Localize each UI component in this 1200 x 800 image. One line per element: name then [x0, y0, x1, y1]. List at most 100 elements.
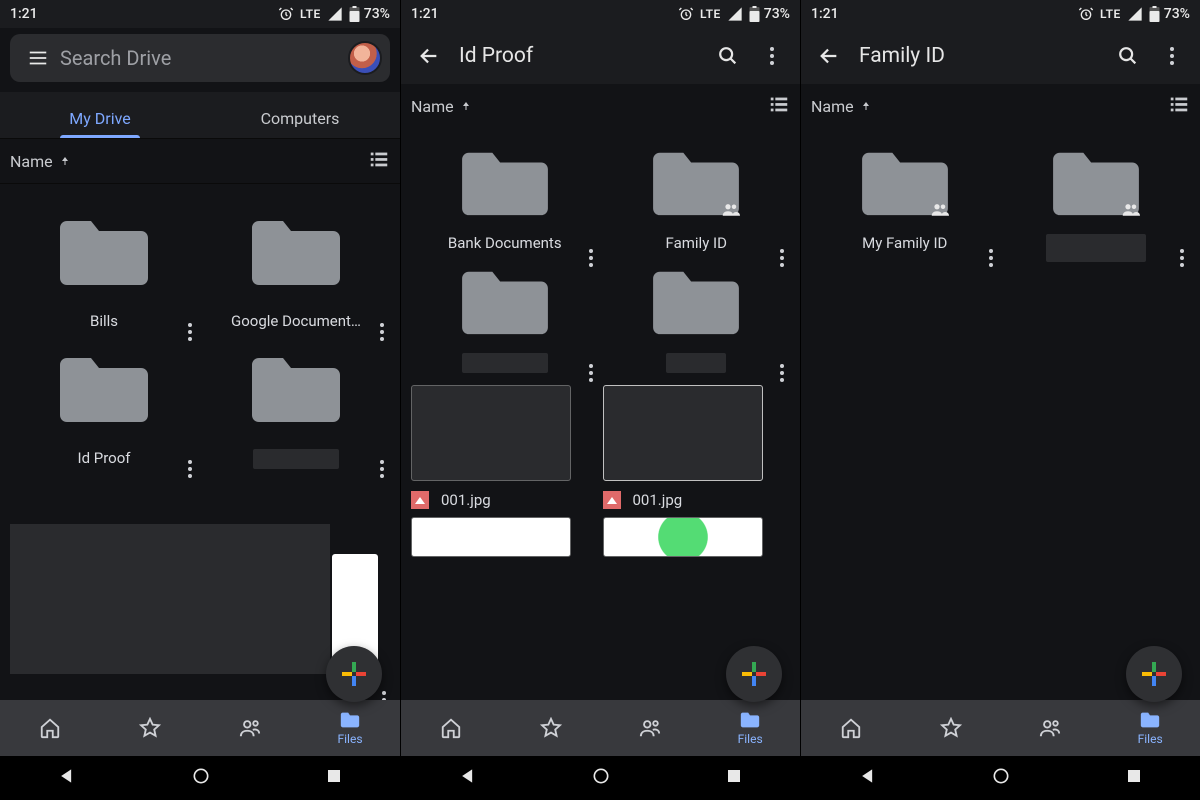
file-item[interactable]: [603, 517, 791, 557]
sort-arrow-up-icon: [59, 152, 71, 171]
status-bar: 1:21 LTE 73%: [801, 0, 1200, 28]
folder-icon: [455, 261, 555, 343]
search-icon[interactable]: [1106, 34, 1150, 78]
view-list-icon[interactable]: [768, 93, 790, 119]
nav-home[interactable]: [801, 700, 901, 756]
search-input[interactable]: Search Drive: [56, 46, 348, 70]
hamburger-icon[interactable]: [20, 40, 56, 76]
sort-row[interactable]: Name: [801, 84, 1200, 128]
android-home-icon[interactable]: [991, 766, 1011, 790]
battery-percent: 73%: [764, 6, 790, 22]
shared-icon: [1122, 201, 1140, 220]
folder-item[interactable]: My Family ID: [811, 142, 999, 262]
folder-item[interactable]: Bills: [10, 202, 198, 331]
shared-icon: [931, 201, 949, 220]
tab-computers[interactable]: Computers: [200, 109, 400, 138]
view-list-icon[interactable]: [368, 148, 390, 174]
nav-files[interactable]: Files: [1100, 700, 1200, 756]
folder-icon: [855, 142, 955, 224]
search-bar[interactable]: Search Drive: [10, 34, 390, 82]
item-more-icon[interactable]: [1172, 238, 1192, 268]
nav-files[interactable]: Files: [300, 700, 400, 756]
folder-item[interactable]: [411, 261, 599, 373]
bottom-nav: Files: [0, 700, 400, 756]
nav-starred[interactable]: [901, 700, 1001, 756]
nav-home[interactable]: [401, 700, 501, 756]
back-button[interactable]: [407, 34, 451, 78]
file-item[interactable]: 001.jpg: [411, 385, 599, 509]
folder-item[interactable]: Id Proof: [10, 339, 198, 469]
item-more-icon[interactable]: [180, 312, 200, 342]
folder-item[interactable]: Google Document…: [202, 202, 390, 331]
folder-title: Id Proof: [451, 44, 706, 68]
alarm-icon: [278, 6, 294, 22]
folder-icon: [246, 202, 346, 302]
network-label: LTE: [1100, 7, 1121, 21]
android-back-icon[interactable]: [858, 766, 878, 790]
file-thumbnail: [603, 385, 763, 481]
screen-id-proof: 1:21 LTE 73% Id Proof Name: [400, 0, 800, 800]
nav-starred[interactable]: [501, 700, 601, 756]
android-home-icon[interactable]: [191, 766, 211, 790]
item-more-icon[interactable]: [372, 449, 392, 479]
fab-new[interactable]: [726, 646, 782, 702]
plus-icon: [342, 662, 366, 686]
view-list-icon[interactable]: [1168, 93, 1190, 119]
battery-percent: 73%: [364, 6, 390, 22]
bottom-nav: Files: [801, 700, 1200, 756]
sort-row[interactable]: Name: [401, 84, 800, 128]
item-more-icon[interactable]: [981, 238, 1001, 268]
folder-toolbar: Family ID: [801, 28, 1200, 84]
tab-my-drive[interactable]: My Drive: [0, 109, 200, 138]
back-button[interactable]: [807, 34, 851, 78]
android-back-icon[interactable]: [458, 766, 478, 790]
item-more-icon[interactable]: [372, 312, 392, 342]
nav-shared[interactable]: [601, 700, 701, 756]
more-icon[interactable]: [750, 34, 794, 78]
screen-family-id: 1:21 LTE 73% Family ID Name: [800, 0, 1200, 800]
status-bar: 1:21 LTE 73%: [401, 0, 800, 28]
screen-my-drive: 1:21 LTE 73% Search Drive My Drive Compu…: [0, 0, 400, 800]
fab-new[interactable]: [326, 646, 382, 702]
folder-label: Bank Documents: [448, 234, 562, 253]
android-back-icon[interactable]: [57, 766, 77, 790]
folder-item[interactable]: [202, 339, 390, 469]
item-more-icon[interactable]: [772, 353, 792, 383]
folder-item[interactable]: Bank Documents: [411, 142, 599, 253]
fab-new[interactable]: [1126, 646, 1182, 702]
folder-item[interactable]: [603, 261, 791, 373]
avatar[interactable]: [348, 41, 382, 75]
file-thumbnail: [411, 517, 571, 557]
alarm-icon: [1078, 6, 1094, 22]
android-recent-icon[interactable]: [1125, 767, 1143, 789]
search-icon[interactable]: [706, 34, 750, 78]
alarm-icon: [678, 6, 694, 22]
folder-item[interactable]: [1003, 142, 1191, 262]
file-item[interactable]: [411, 517, 599, 557]
nav-starred[interactable]: [100, 700, 200, 756]
sort-arrow-up-icon: [460, 97, 472, 116]
sort-row[interactable]: Name: [0, 139, 400, 183]
nav-shared[interactable]: [200, 700, 300, 756]
folder-icon: [1046, 142, 1146, 224]
item-more-icon[interactable]: [180, 449, 200, 479]
android-recent-icon[interactable]: [725, 767, 743, 789]
android-nav: [801, 756, 1200, 800]
folder-item[interactable]: Family ID: [603, 142, 791, 253]
folder-label-redacted: [253, 449, 339, 469]
folder-toolbar: Id Proof: [401, 28, 800, 84]
android-recent-icon[interactable]: [325, 767, 343, 789]
nav-shared[interactable]: [1001, 700, 1101, 756]
sort-label: Name: [10, 152, 53, 171]
status-time: 1:21: [10, 6, 38, 22]
android-home-icon[interactable]: [591, 766, 611, 790]
item-more-icon[interactable]: [581, 353, 601, 383]
folder-label: Bills: [90, 312, 118, 331]
network-label: LTE: [700, 7, 721, 21]
folder-icon: [54, 339, 154, 439]
file-name: 001.jpg: [633, 491, 683, 509]
nav-home[interactable]: [0, 700, 100, 756]
more-icon[interactable]: [1150, 34, 1194, 78]
file-item[interactable]: 001.jpg: [603, 385, 791, 509]
nav-files[interactable]: Files: [700, 700, 800, 756]
